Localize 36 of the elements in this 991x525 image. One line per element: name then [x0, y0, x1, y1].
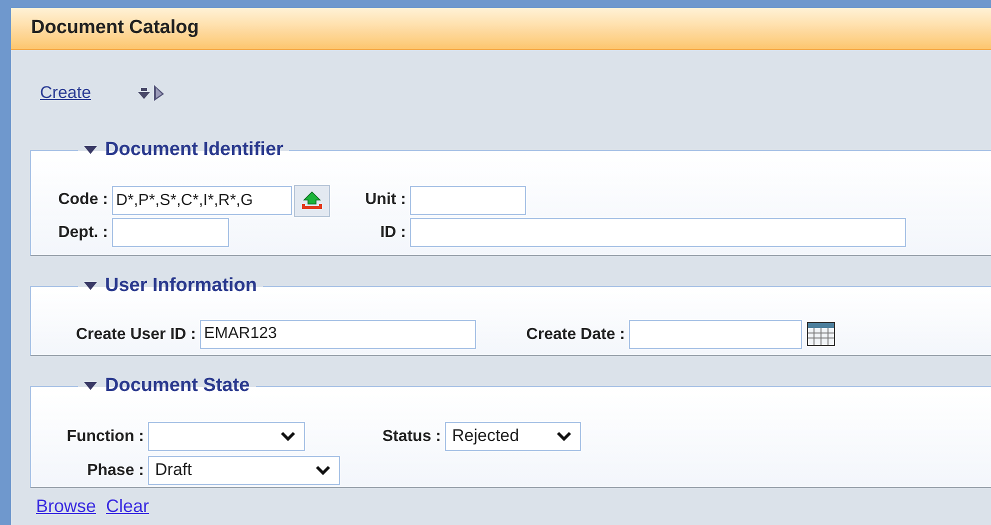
calendar-icon[interactable]: [807, 322, 835, 346]
field-label: Function :: [66, 426, 145, 446]
input-field[interactable]: [410, 186, 526, 215]
field-label: Dept. :: [57, 222, 109, 242]
lookup-button[interactable]: [294, 184, 330, 216]
input-field[interactable]: [410, 218, 906, 246]
browse-link[interactable]: Browse: [36, 493, 96, 520]
input-field[interactable]: [629, 320, 802, 348]
create-link[interactable]: Create: [40, 80, 92, 106]
input-field[interactable]: EMAR123: [200, 320, 476, 348]
input-field[interactable]: [112, 218, 229, 246]
field-label: Code :: [57, 190, 109, 210]
down-arrow-icon[interactable]: [136, 85, 152, 101]
field-label: Status :: [381, 426, 442, 446]
field-label: Create User ID :: [74, 324, 197, 344]
window-title: Document Catalog: [31, 16, 199, 40]
triangle-down-icon: [84, 381, 97, 392]
dropdown[interactable]: Draft: [148, 456, 340, 484]
chevron-down-icon: [315, 465, 331, 475]
dropdown[interactable]: Rejected: [445, 422, 581, 450]
right-arrow-icon[interactable]: [153, 84, 166, 102]
dropdown[interactable]: [148, 422, 305, 450]
section-toggle[interactable]: User Information: [78, 272, 264, 300]
field-label: Unit :: [364, 190, 407, 210]
field-label: Create Date :: [525, 324, 626, 344]
input-field[interactable]: D*,P*,S*,C*,I*,R*,G: [112, 186, 292, 215]
field-label: Phase :: [86, 460, 145, 480]
chevron-down-icon: [280, 431, 296, 441]
triangle-down-icon: [84, 281, 97, 292]
field-label: ID :: [379, 222, 407, 242]
chevron-down-icon: [556, 431, 572, 441]
section-toggle[interactable]: Document Identifier: [78, 136, 290, 164]
upload-icon: [301, 190, 323, 210]
clear-link[interactable]: Clear: [106, 493, 150, 520]
triangle-down-icon: [84, 145, 97, 156]
section-toggle[interactable]: Document State: [78, 372, 256, 400]
